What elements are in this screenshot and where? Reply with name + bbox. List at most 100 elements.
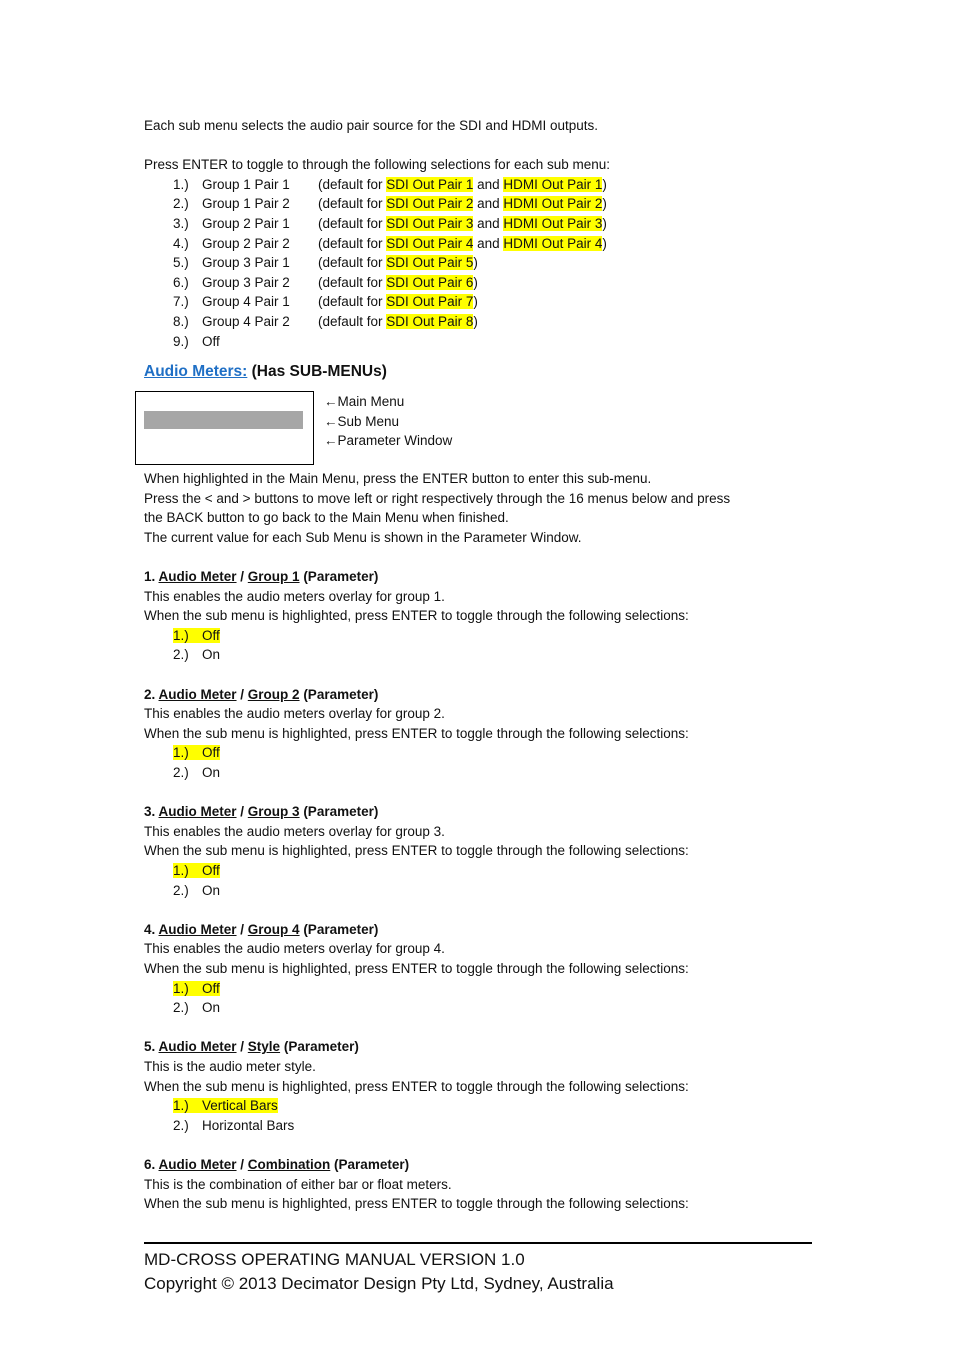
- sub-menu-link[interactable]: Combination: [248, 1157, 331, 1172]
- para-line: When highlighted in the Main Menu, press…: [144, 471, 652, 487]
- separator: /: [236, 569, 248, 585]
- heading-number: 2.: [144, 686, 159, 702]
- intro-instruction: Press ENTER to toggle to through the fol…: [144, 157, 611, 173]
- and-text: and: [473, 235, 504, 251]
- list-item: 8.) Group 4 Pair 2 (default for SDI Out Pa…: [144, 312, 812, 332]
- separator: /: [236, 686, 248, 702]
- item-default-prefix: (default for: [318, 313, 387, 329]
- hdmi-out-highlight: HDMI Out Pair 3: [503, 215, 603, 231]
- selection: 2.) On: [173, 883, 220, 898]
- item-default-prefix: (default for: [318, 215, 387, 231]
- close-paren: ): [473, 294, 478, 310]
- list-item: 6.) Group 3 Pair 2 (default for SDI Out Pa…: [144, 273, 812, 293]
- item-label: Horizontal Bars: [202, 1117, 295, 1133]
- page-footer: MD-CROSS OPERATING MANUAL VERSION 1.0 Co…: [144, 1242, 812, 1296]
- sdi-out-highlight: SDI Out Pair 7: [386, 294, 474, 310]
- selection: 2.) Horizontal Bars: [173, 1118, 294, 1133]
- item-number: 3.): [173, 215, 189, 231]
- sub-menu-instruction: When the sub menu is highlighted, press …: [144, 960, 689, 976]
- item-number: 2.): [173, 196, 189, 212]
- list-item: 7.) Group 4 Pair 1 (default for SDI Out Pa…: [144, 292, 812, 312]
- item-group: Group 2 Pair 2: [202, 235, 290, 251]
- parameter-label: (Parameter): [280, 1039, 359, 1055]
- and-text: and: [473, 215, 504, 231]
- item-number: 2.): [173, 1117, 189, 1133]
- list-item: 3.) Group 2 Pair 1 (default for SDI Out Pa…: [144, 214, 812, 234]
- sub-menu-link[interactable]: Style: [248, 1039, 280, 1054]
- selection: 2.) On: [173, 647, 220, 662]
- sub-menu-link[interactable]: Group 3: [248, 804, 300, 819]
- parameter-label: (Parameter): [299, 804, 379, 820]
- and-text: and: [473, 196, 504, 212]
- hdmi-out-highlight: HDMI Out Pair 1: [503, 176, 603, 192]
- list-item: 1.) Off: [144, 626, 812, 646]
- list-item: 5.) Group 3 Pair 1 (default for SDI Out Pa…: [144, 253, 812, 273]
- item-number: 1.): [173, 627, 189, 643]
- item-number: 1.): [173, 176, 189, 192]
- item-number: 5.): [173, 255, 189, 271]
- para-line: Press the < and > buttons to move left o…: [144, 490, 731, 506]
- list-item: 1.) Vertical Bars: [144, 1096, 812, 1116]
- hdmi-out-highlight: HDMI Out Pair 4: [503, 235, 603, 251]
- item-number: 1.): [173, 863, 189, 878]
- sub-menu-heading: 1. Audio Meter / Group 1 (Parameter): [144, 567, 812, 587]
- sub-menu-link[interactable]: Group 2: [248, 687, 300, 702]
- sdi-out-highlight: SDI Out Pair 2: [386, 196, 474, 212]
- item-default-prefix: (default for: [318, 196, 387, 212]
- sdi-out-highlight: SDI Out Pair 4: [386, 235, 474, 251]
- sub-menu-description: This enables the audio meters overlay fo…: [144, 706, 445, 722]
- sub-menu-instruction: When the sub menu is highlighted, press …: [144, 608, 689, 624]
- lcd-display-box: [135, 391, 314, 466]
- sdi-out-highlight: SDI Out Pair 8: [386, 313, 474, 329]
- sdi-out-highlight: SDI Out Pair 1: [386, 176, 474, 192]
- list-item: 2.) Horizontal Bars: [144, 1116, 812, 1136]
- sub-menu-description: This enables the audio meters overlay fo…: [144, 823, 445, 839]
- item-number: 7.): [173, 294, 189, 310]
- sub-menu-heading: 3. Audio Meter / Group 3 (Parameter): [144, 802, 812, 822]
- item-default-prefix: (default for: [318, 294, 387, 310]
- item-number: 2.): [173, 882, 189, 898]
- footer-copyright: Copyright © 2013 Decimator Design Pty Lt…: [144, 1274, 614, 1293]
- sub-menu-instruction: When the sub menu is highlighted, press …: [144, 843, 689, 859]
- item-label: Off: [202, 627, 220, 643]
- sub-menu-link[interactable]: Group 4: [248, 922, 300, 937]
- sub-menu-link[interactable]: Group 1: [248, 569, 300, 584]
- sub-menu-description: This enables the audio meters overlay fo…: [144, 588, 445, 604]
- item-default-prefix: (default for: [318, 274, 387, 290]
- list-item: 2.) On: [144, 998, 812, 1018]
- audio-meter-link[interactable]: Audio Meter: [159, 569, 237, 584]
- audio-meter-link[interactable]: Audio Meter: [159, 922, 237, 937]
- close-paren: ): [473, 255, 478, 271]
- parameter-label: (Parameter): [299, 921, 379, 937]
- close-paren: ): [473, 313, 478, 329]
- sub-menu-label: ←Sub Menu: [324, 413, 400, 429]
- item-number: 4.): [173, 235, 189, 251]
- audio-meter-link[interactable]: Audio Meter: [159, 1039, 237, 1054]
- sdi-out-highlight: SDI Out Pair 3: [386, 215, 474, 231]
- item-group: Off: [202, 333, 220, 349]
- para-line: the BACK button to go back to the Main M…: [144, 510, 509, 526]
- audio-meter-link[interactable]: Audio Meter: [159, 687, 237, 702]
- default-selection: 1.) Off: [173, 627, 220, 643]
- parameter-label: (Parameter): [299, 686, 379, 702]
- audio-meter-link[interactable]: Audio Meter: [159, 804, 237, 819]
- list-item: 9.) Off: [144, 332, 812, 352]
- list-item: 2.) On: [144, 645, 812, 665]
- audio-meters-link[interactable]: Audio Meters:: [144, 363, 247, 380]
- item-number: 2.): [173, 647, 189, 663]
- sub-menu-heading: 6. Audio Meter / Combination (Parameter): [144, 1155, 812, 1175]
- audio-meter-link[interactable]: Audio Meter: [159, 1157, 237, 1172]
- document-page: Each sub menu selects the audio pair sou…: [135, 116, 812, 1214]
- list-item: 2.) On: [144, 881, 812, 901]
- sub-menu-description: This is the combination of either bar or…: [144, 1176, 452, 1192]
- default-selection: 1.) Off: [173, 745, 220, 761]
- item-number: 1.): [173, 980, 189, 996]
- main-menu-label: ←Main Menu: [324, 394, 405, 410]
- item-default-prefix: (default for: [318, 255, 387, 271]
- close-paren: ): [473, 274, 478, 290]
- selection: 2.) On: [173, 1000, 220, 1015]
- separator: /: [236, 1039, 248, 1055]
